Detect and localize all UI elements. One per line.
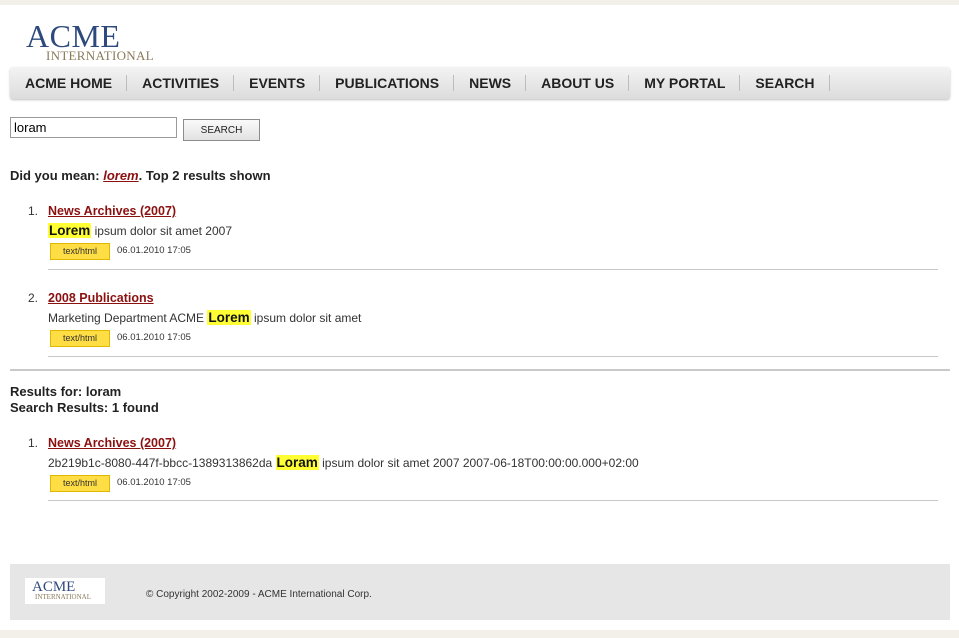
result-title-link[interactable]: News Archives (2007) (48, 436, 176, 450)
main-nav: ACME HOME ACTIVITIES EVENTS PUBLICATIONS… (10, 67, 950, 99)
highlighted-term: Lorem (48, 223, 92, 238)
snippet-after: ipsum dolor sit amet 2007 2007-06-18T00:… (318, 456, 639, 470)
section-divider (10, 369, 950, 371)
snippet-before: 2b219b1c-8080-447f-bbcc-1389313862da (48, 456, 276, 470)
snippet-after: ipsum dolor sit amet 2007 (91, 224, 233, 238)
highlighted-term: Lorem (207, 310, 251, 325)
nav-item-events[interactable]: EVENTS (234, 75, 321, 91)
footer-logo[interactable]: ACME INTERNATIONAL (25, 578, 105, 604)
result-item: 2. 2008 Publications Marketing Departmen… (28, 291, 938, 361)
nav-item-news[interactable]: NEWS (454, 75, 527, 91)
result-number: 1. (28, 436, 39, 450)
suggestion-link[interactable]: lorem (103, 168, 138, 183)
snippet-before: Marketing Department ACME (48, 311, 208, 325)
nav-item-acme-home[interactable]: ACME HOME (10, 75, 128, 91)
result-separator (48, 500, 938, 501)
result-snippet: 2b219b1c-8080-447f-bbcc-1389313862da Lor… (48, 455, 639, 470)
copyright-text: © Copyright 2002-2009 - ACME Internation… (146, 589, 372, 600)
page: ACME INTERNATIONAL ACME HOME ACTIVITIES … (0, 5, 959, 630)
result-number: 1. (28, 204, 39, 218)
acme-logo[interactable]: ACME INTERNATIONAL (26, 20, 166, 68)
results-count: Search Results: 1 found (10, 400, 159, 415)
did-you-mean-prefix: Did you mean: (10, 168, 100, 183)
nav-item-about-us[interactable]: ABOUT US (526, 75, 630, 91)
mime-type-badge: text/html (50, 475, 110, 492)
result-separator (48, 269, 938, 270)
did-you-mean-suffix: . Top 2 results shown (138, 168, 271, 183)
footer-logo-sub: INTERNATIONAL (35, 593, 91, 601)
search-input[interactable] (10, 117, 177, 138)
result-snippet: Lorem ipsum dolor sit amet 2007 (48, 223, 232, 238)
nav-item-activities[interactable]: ACTIVITIES (127, 75, 235, 91)
nav-item-publications[interactable]: PUBLICATIONS (320, 75, 455, 91)
result-title-link[interactable]: News Archives (2007) (48, 204, 176, 218)
result-date: 06.01.2010 17:05 (117, 477, 191, 488)
result-snippet: Marketing Department ACME Lorem ipsum do… (48, 310, 361, 325)
result-title-link[interactable]: 2008 Publications (48, 291, 154, 305)
nav-item-my-portal[interactable]: MY PORTAL (629, 75, 741, 91)
mime-type-badge: text/html (50, 330, 110, 347)
result-separator (48, 356, 938, 357)
footer: ACME INTERNATIONAL © Copyright 2002-2009… (10, 564, 950, 620)
nav-item-search[interactable]: SEARCH (740, 75, 830, 91)
highlighted-term: Loram (275, 455, 319, 470)
results-summary: Results for: loram Search Results: 1 fou… (10, 384, 159, 416)
logo-sub-text: INTERNATIONAL (46, 48, 154, 63)
result-date: 06.01.2010 17:05 (117, 332, 191, 343)
mime-type-badge: text/html (50, 243, 110, 260)
results-for-label: Results for: loram (10, 384, 122, 399)
did-you-mean: Did you mean: lorem. Top 2 results shown (10, 168, 271, 183)
snippet-after: ipsum dolor sit amet (250, 311, 362, 325)
result-item: 1. News Archives (2007) 2b219b1c-8080-44… (28, 436, 938, 506)
result-number: 2. (28, 291, 39, 305)
result-item: 1. News Archives (2007) Lorem ipsum dolo… (28, 204, 938, 274)
result-date: 06.01.2010 17:05 (117, 245, 191, 256)
search-button[interactable]: SEARCH (183, 119, 260, 141)
